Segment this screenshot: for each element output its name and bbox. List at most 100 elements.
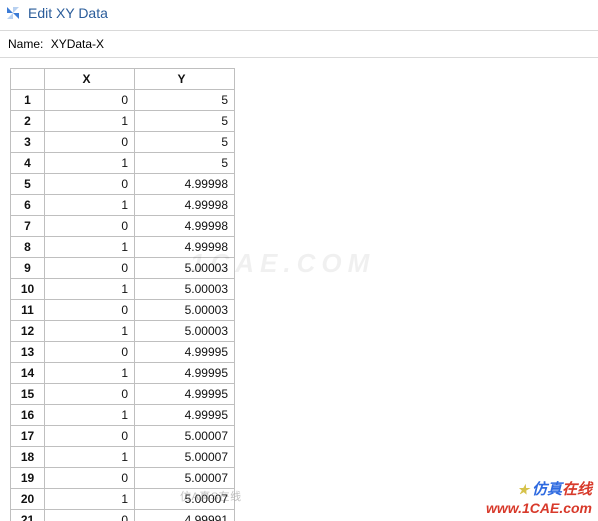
- table-row[interactable]: 2104.99991: [11, 510, 235, 521]
- name-bar: Name: XYData-X: [0, 30, 598, 58]
- row-header[interactable]: 17: [11, 426, 45, 447]
- row-header[interactable]: 20: [11, 489, 45, 510]
- cell-x[interactable]: 1: [45, 279, 135, 300]
- row-header[interactable]: 6: [11, 195, 45, 216]
- cell-y[interactable]: 4.99991: [135, 510, 235, 521]
- row-header[interactable]: 21: [11, 510, 45, 521]
- xy-data-icon: [4, 4, 22, 22]
- row-header[interactable]: 7: [11, 216, 45, 237]
- row-header[interactable]: 16: [11, 405, 45, 426]
- table-row[interactable]: 1504.99995: [11, 384, 235, 405]
- table-row[interactable]: 1705.00007: [11, 426, 235, 447]
- table-row[interactable]: 1414.99995: [11, 363, 235, 384]
- row-header[interactable]: 10: [11, 279, 45, 300]
- row-header[interactable]: 1: [11, 90, 45, 111]
- table-row[interactable]: 1815.00007: [11, 447, 235, 468]
- branding-line2: www.1CAE.com: [486, 500, 592, 518]
- row-header[interactable]: 5: [11, 174, 45, 195]
- cell-x[interactable]: 0: [45, 174, 135, 195]
- table-row[interactable]: 415: [11, 153, 235, 174]
- cell-y[interactable]: 5.00007: [135, 447, 235, 468]
- row-header[interactable]: 13: [11, 342, 45, 363]
- cell-x[interactable]: 1: [45, 237, 135, 258]
- cell-x[interactable]: 0: [45, 342, 135, 363]
- cell-x[interactable]: 1: [45, 195, 135, 216]
- cell-x[interactable]: 1: [45, 111, 135, 132]
- cell-x[interactable]: 0: [45, 384, 135, 405]
- cell-x[interactable]: 1: [45, 405, 135, 426]
- cell-x[interactable]: 1: [45, 153, 135, 174]
- name-value: XYData-X: [51, 37, 104, 51]
- cell-y[interactable]: 5.00007: [135, 468, 235, 489]
- star-icon: ★: [517, 482, 529, 497]
- cell-y[interactable]: 5: [135, 132, 235, 153]
- table-row[interactable]: 215: [11, 111, 235, 132]
- cell-x[interactable]: 1: [45, 363, 135, 384]
- table-row[interactable]: 814.99998: [11, 237, 235, 258]
- table-row[interactable]: 2015.00007: [11, 489, 235, 510]
- cell-y[interactable]: 4.99995: [135, 342, 235, 363]
- cell-y[interactable]: 5: [135, 111, 235, 132]
- col-header-y[interactable]: Y: [135, 69, 235, 90]
- cell-x[interactable]: 0: [45, 426, 135, 447]
- titlebar: Edit XY Data: [0, 0, 598, 30]
- cell-y[interactable]: 4.99995: [135, 405, 235, 426]
- row-header[interactable]: 3: [11, 132, 45, 153]
- table-row[interactable]: 1015.00003: [11, 279, 235, 300]
- cell-x[interactable]: 1: [45, 321, 135, 342]
- cell-y[interactable]: 5: [135, 90, 235, 111]
- row-header[interactable]: 8: [11, 237, 45, 258]
- row-header[interactable]: 4: [11, 153, 45, 174]
- window-title: Edit XY Data: [28, 5, 108, 21]
- table-row[interactable]: 905.00003: [11, 258, 235, 279]
- row-header[interactable]: 14: [11, 363, 45, 384]
- cell-y[interactable]: 4.99998: [135, 195, 235, 216]
- cell-x[interactable]: 0: [45, 90, 135, 111]
- cell-x[interactable]: 0: [45, 216, 135, 237]
- name-label: Name:: [8, 37, 43, 51]
- branding-line1: ★仿真在线: [486, 481, 592, 500]
- row-header[interactable]: 2: [11, 111, 45, 132]
- table-row[interactable]: 1905.00007: [11, 468, 235, 489]
- col-header-x[interactable]: X: [45, 69, 135, 90]
- cell-x[interactable]: 1: [45, 447, 135, 468]
- branding: ★仿真在线 www.1CAE.com: [486, 481, 592, 517]
- cell-x[interactable]: 0: [45, 510, 135, 521]
- cell-y[interactable]: 4.99995: [135, 363, 235, 384]
- row-header[interactable]: 19: [11, 468, 45, 489]
- row-header[interactable]: 15: [11, 384, 45, 405]
- xy-table[interactable]: X Y 105215305415504.99998614.99998704.99…: [10, 68, 235, 521]
- table-row[interactable]: 105: [11, 90, 235, 111]
- table-row[interactable]: 1215.00003: [11, 321, 235, 342]
- cell-x[interactable]: 0: [45, 300, 135, 321]
- table-row[interactable]: 614.99998: [11, 195, 235, 216]
- table-row[interactable]: 305: [11, 132, 235, 153]
- table-row[interactable]: 704.99998: [11, 216, 235, 237]
- edit-xy-data-window: Edit XY Data Name: XYData-X X Y 10521530…: [0, 0, 598, 521]
- table-row[interactable]: 1614.99995: [11, 405, 235, 426]
- cell-x[interactable]: 1: [45, 489, 135, 510]
- table-row[interactable]: 1304.99995: [11, 342, 235, 363]
- row-header[interactable]: 18: [11, 447, 45, 468]
- cell-y[interactable]: 5.00003: [135, 279, 235, 300]
- cell-y[interactable]: 5.00007: [135, 426, 235, 447]
- row-header[interactable]: 9: [11, 258, 45, 279]
- cell-y[interactable]: 4.99995: [135, 384, 235, 405]
- cell-y[interactable]: 5.00003: [135, 321, 235, 342]
- cell-y[interactable]: 4.99998: [135, 216, 235, 237]
- cell-y[interactable]: 5.00003: [135, 300, 235, 321]
- cell-x[interactable]: 0: [45, 258, 135, 279]
- table-corner: [11, 69, 45, 90]
- table-row[interactable]: 1105.00003: [11, 300, 235, 321]
- cell-y[interactable]: 5.00007: [135, 489, 235, 510]
- row-header[interactable]: 12: [11, 321, 45, 342]
- table-row[interactable]: 504.99998: [11, 174, 235, 195]
- cell-y[interactable]: 4.99998: [135, 174, 235, 195]
- cell-y[interactable]: 4.99998: [135, 237, 235, 258]
- xy-table-wrap: X Y 105215305415504.99998614.99998704.99…: [10, 68, 598, 521]
- cell-y[interactable]: 5.00003: [135, 258, 235, 279]
- cell-y[interactable]: 5: [135, 153, 235, 174]
- row-header[interactable]: 11: [11, 300, 45, 321]
- cell-x[interactable]: 0: [45, 468, 135, 489]
- cell-x[interactable]: 0: [45, 132, 135, 153]
